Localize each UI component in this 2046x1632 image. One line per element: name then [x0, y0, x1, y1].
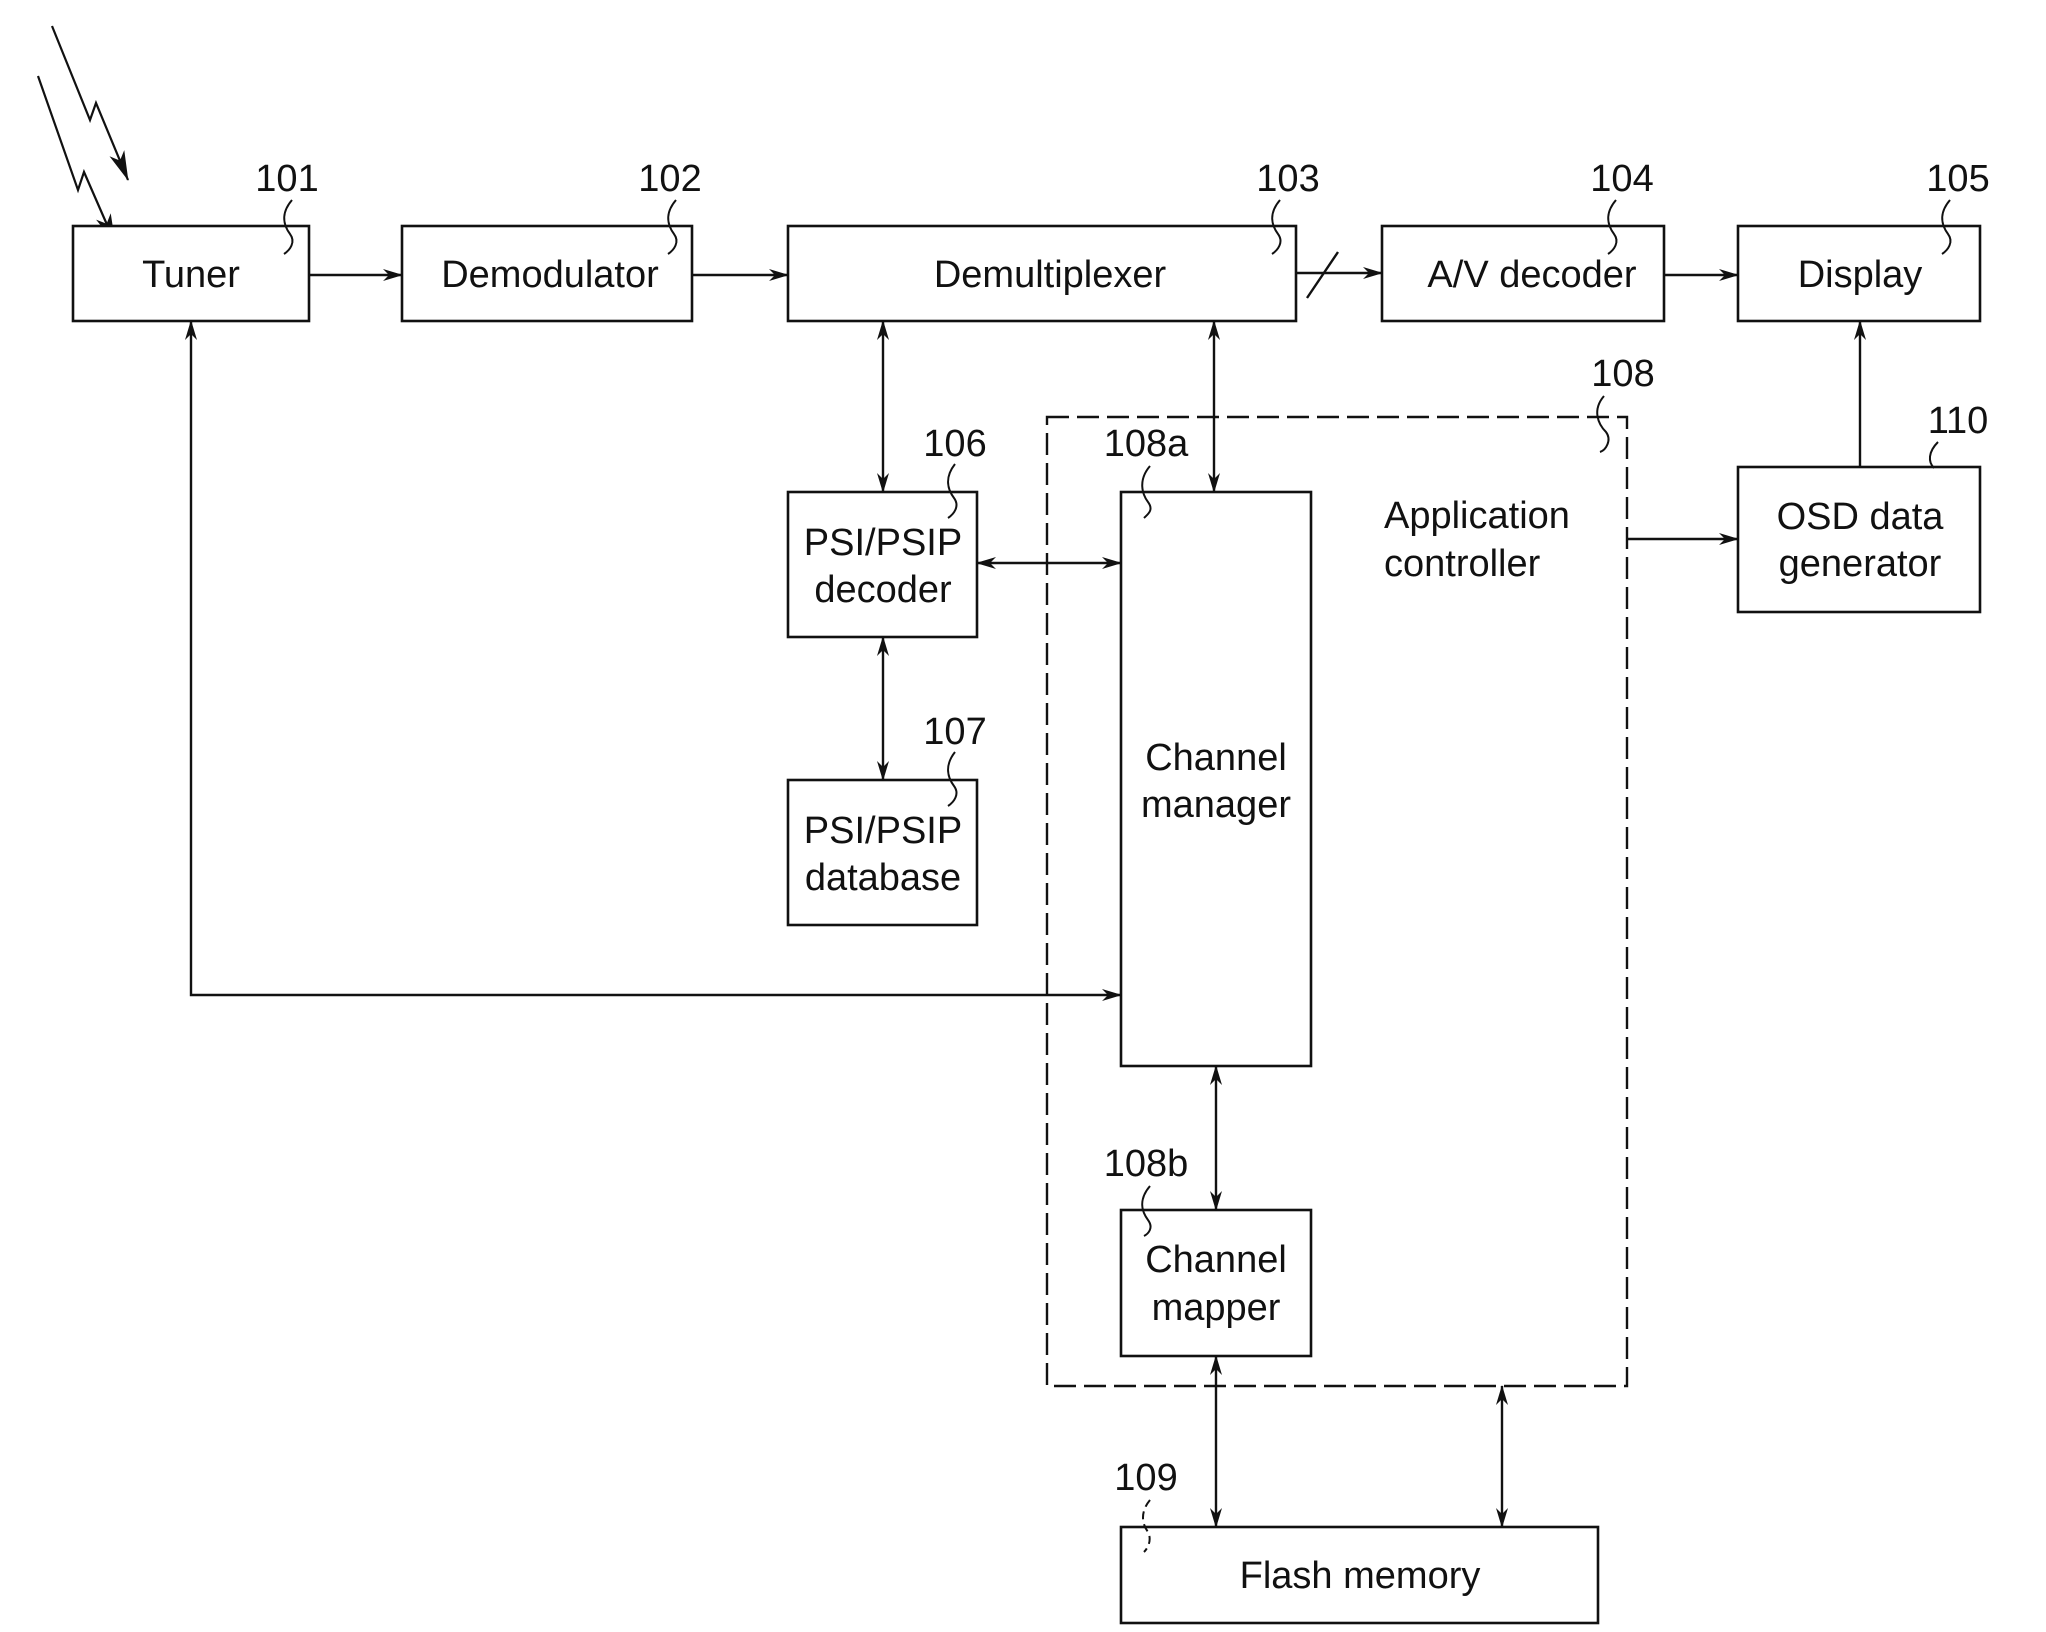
- osd-label-line2: generator: [1779, 543, 1942, 585]
- psi-decoder-label-line1: PSI/PSIP: [804, 522, 962, 564]
- psi-decoder-ref: 106: [923, 423, 986, 465]
- demodulator-block[interactable]: Demodulator 102: [400, 158, 702, 323]
- demultiplexer-ref: 103: [1256, 158, 1319, 200]
- osd-data-generator-block[interactable]: OSD data generator 110: [1736, 400, 1989, 614]
- psi-psip-database-block[interactable]: PSI/PSIP database 107: [786, 711, 987, 927]
- display-label: Display: [1798, 254, 1923, 296]
- osd-label-line1: OSD data: [1777, 496, 1945, 538]
- channel-mapper-label-line2: mapper: [1152, 1287, 1281, 1329]
- block-diagram: Application controller 108 Tuner 101 Dem…: [36, 25, 1990, 1625]
- channel-manager-label-line1: Channel: [1145, 737, 1287, 779]
- bus-slash-mark: [1306, 251, 1339, 299]
- flash-memory-ref: 109: [1114, 1457, 1177, 1499]
- osd-ref: 110: [1928, 400, 1989, 442]
- psi-database-label-line2: database: [805, 857, 961, 899]
- display-ref: 105: [1926, 158, 1989, 200]
- tuner-block[interactable]: Tuner 101: [71, 158, 319, 323]
- psi-database-ref: 107: [923, 711, 986, 753]
- av-decoder-block[interactable]: A/V decoder 104: [1380, 158, 1666, 323]
- channel-manager-block[interactable]: Channel manager 108a: [1104, 423, 1313, 1068]
- psi-database-label-line1: PSI/PSIP: [804, 810, 962, 852]
- tuner-ref: 101: [255, 158, 318, 200]
- channel-mapper-ref: 108b: [1104, 1143, 1189, 1185]
- tuner-label: Tuner: [142, 254, 240, 296]
- demultiplexer-block[interactable]: Demultiplexer 103: [786, 158, 1320, 323]
- channel-mapper-label-line1: Channel: [1145, 1239, 1287, 1281]
- psi-decoder-label-line2: decoder: [814, 569, 952, 611]
- av-decoder-label: A/V decoder: [1427, 254, 1636, 296]
- flash-memory-label: Flash memory: [1240, 1555, 1481, 1597]
- app-controller-label-line1: Application: [1384, 495, 1570, 537]
- channel-mapper-block[interactable]: Channel mapper 108b: [1104, 1143, 1313, 1358]
- demodulator-label: Demodulator: [441, 254, 659, 296]
- channel-manager-ref: 108a: [1104, 423, 1189, 465]
- flash-memory-block[interactable]: Flash memory 109: [1114, 1457, 1600, 1625]
- av-decoder-ref: 104: [1590, 158, 1653, 200]
- display-block[interactable]: Display 105: [1736, 158, 1990, 323]
- demultiplexer-label: Demultiplexer: [934, 254, 1167, 296]
- psi-psip-decoder-block[interactable]: PSI/PSIP decoder 106: [786, 423, 987, 639]
- app-controller-leader: [1596, 395, 1610, 453]
- demodulator-ref: 102: [638, 158, 701, 200]
- connections: [185, 251, 1866, 1528]
- lightning-bolt-signal-icon: [36, 25, 130, 244]
- app-controller-ref: 108: [1591, 353, 1654, 395]
- app-controller-label-line2: controller: [1384, 543, 1541, 585]
- osd-leader: [1928, 441, 1939, 469]
- channel-manager-label-line2: manager: [1141, 784, 1291, 826]
